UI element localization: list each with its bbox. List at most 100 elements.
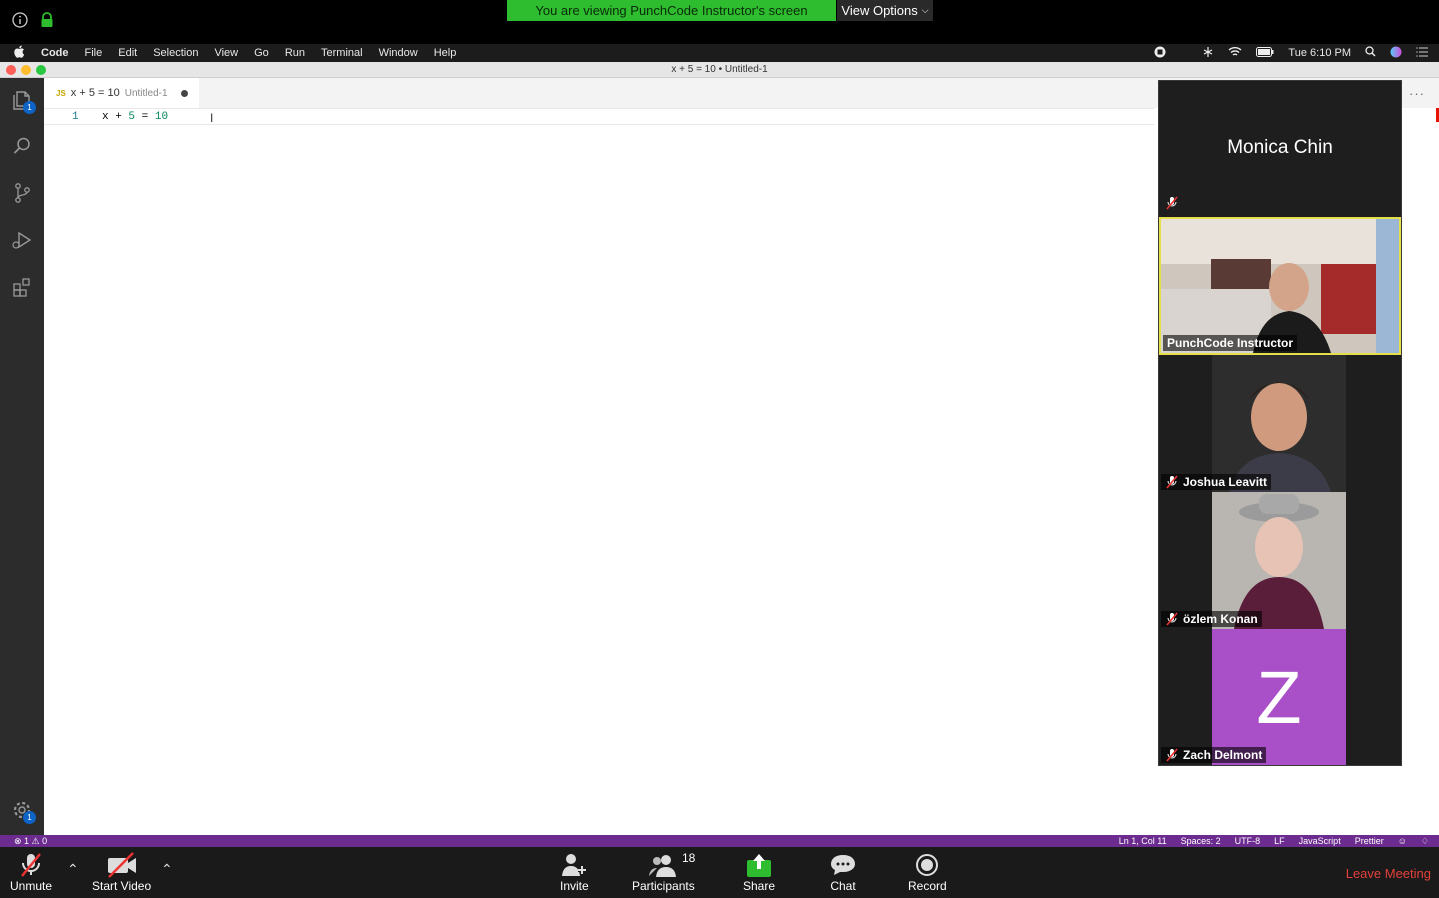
menu-terminal[interactable]: Terminal xyxy=(313,47,371,59)
menu-help[interactable]: Help xyxy=(426,47,465,59)
unsaved-dot-icon[interactable] xyxy=(180,89,188,97)
siri-icon[interactable] xyxy=(1390,46,1402,61)
extensions-icon[interactable] xyxy=(8,273,36,301)
record-button[interactable]: Record xyxy=(908,851,947,893)
status-right: Ln 1, Col 11 Spaces: 2 UTF-8 LF JavaScri… xyxy=(1119,836,1429,847)
screen-record-icon[interactable] xyxy=(1154,46,1166,61)
chat-button[interactable]: Chat xyxy=(829,851,857,893)
menubar-status-area: Tue 6:10 PM xyxy=(1154,44,1439,62)
chevron-down-icon: ⌵ xyxy=(921,5,929,15)
menu-go[interactable]: Go xyxy=(246,47,277,59)
code-operator-plus: + xyxy=(108,111,129,123)
participant-tile[interactable]: Monica Chin xyxy=(1159,81,1401,217)
spotlight-search-icon[interactable] xyxy=(1365,46,1376,60)
settings-badge: 1 xyxy=(23,811,36,824)
start-video-label: Start Video xyxy=(92,879,152,893)
file-encoding[interactable]: UTF-8 xyxy=(1235,836,1261,847)
video-off-icon xyxy=(106,851,138,879)
participant-tile[interactable]: Z Zach Delmont xyxy=(1159,629,1401,765)
code-variable: x xyxy=(102,111,109,123)
window-title: x + 5 = 10 • Untitled-1 xyxy=(671,64,768,75)
settings-gear-icon[interactable]: 1 xyxy=(8,796,36,824)
cursor-position[interactable]: Ln 1, Col 11 xyxy=(1119,836,1167,847)
battery-icon[interactable] xyxy=(1256,46,1274,60)
explorer-icon[interactable]: 1 xyxy=(8,86,36,114)
prettier-status[interactable]: Prettier xyxy=(1355,836,1384,847)
mic-muted-icon xyxy=(1166,475,1178,489)
status-bar: ⊗ 1 ⚠ 0 Ln 1, Col 11 Spaces: 2 UTF-8 LF … xyxy=(0,835,1439,847)
source-control-icon[interactable] xyxy=(8,179,36,207)
search-icon[interactable] xyxy=(8,132,36,160)
notification-center-icon[interactable] xyxy=(1416,46,1429,60)
notifications-bell-icon[interactable]: ♢ xyxy=(1421,836,1429,847)
participant-name: Zach Delmont xyxy=(1183,748,1263,762)
invite-button[interactable]: Invite xyxy=(560,851,589,893)
control-center-icon[interactable] xyxy=(1202,46,1214,61)
chat-bubble-icon xyxy=(829,851,857,879)
participants-label: Participants xyxy=(632,879,695,893)
feedback-icon[interactable]: ☺ xyxy=(1398,836,1407,847)
indentation[interactable]: Spaces: 2 xyxy=(1181,836,1221,847)
end-of-line[interactable]: LF xyxy=(1274,836,1285,847)
menubar-clock[interactable]: Tue 6:10 PM xyxy=(1288,47,1351,59)
start-video-button[interactable]: Start Video xyxy=(92,851,151,893)
participant-video-portrait xyxy=(1159,355,1401,492)
language-mode[interactable]: JavaScript xyxy=(1299,836,1341,847)
activity-bar: 1 1 xyxy=(0,78,44,835)
info-icon[interactable] xyxy=(11,11,29,29)
share-screen-button[interactable]: Share xyxy=(743,851,775,893)
participant-tile[interactable]: Joshua Leavitt xyxy=(1159,355,1401,492)
participant-name-large: Monica Chin xyxy=(1227,137,1333,158)
participant-name: PunchCode Instructor xyxy=(1167,336,1294,350)
share-label: Share xyxy=(743,879,776,893)
record-label: Record xyxy=(908,879,947,893)
line-number: 1 xyxy=(72,111,79,123)
tab-untitled-1[interactable]: JS x + 5 = 10 Untitled-1 xyxy=(44,78,199,108)
participant-name-tag: PunchCode Instructor xyxy=(1163,335,1298,351)
zoom-meeting-toolbar: Unmute ⌃ Start Video ⌃ Invite Participan… xyxy=(0,847,1439,898)
wifi-icon[interactable] xyxy=(1228,46,1242,60)
participant-name: özlem Konan xyxy=(1183,612,1258,626)
menu-view[interactable]: View xyxy=(206,47,246,59)
participant-tile[interactable]: özlem Konan xyxy=(1159,492,1401,629)
participants-gallery: Monica Chin PunchCode Instructor Joshua … xyxy=(1158,80,1402,766)
encryption-lock-icon[interactable] xyxy=(38,11,56,29)
audio-options-chevron-up-icon[interactable]: ⌃ xyxy=(67,861,79,878)
menu-run[interactable]: Run xyxy=(277,47,313,59)
participant-name-tag: özlem Konan xyxy=(1161,611,1262,627)
mic-muted-icon xyxy=(18,851,44,879)
participant-name-tag: Zach Delmont xyxy=(1161,747,1267,763)
video-options-chevron-up-icon[interactable]: ⌃ xyxy=(161,861,173,878)
run-debug-icon[interactable] xyxy=(8,226,36,254)
menu-app-code[interactable]: Code xyxy=(33,47,77,59)
tab-filename: x + 5 = 10 xyxy=(70,87,120,99)
problems-indicator[interactable]: ⊗ 1 ⚠ 0 xyxy=(14,836,47,847)
menu-window[interactable]: Window xyxy=(371,47,426,59)
menu-edit[interactable]: Edit xyxy=(110,47,145,59)
mic-muted-icon xyxy=(1166,612,1178,626)
tab-description: Untitled-1 xyxy=(124,87,168,99)
javascript-file-icon: JS xyxy=(56,88,66,98)
view-options-button[interactable]: View Options ⌵ xyxy=(837,0,933,21)
share-screen-icon xyxy=(745,851,773,879)
chat-label: Chat xyxy=(830,879,856,893)
participant-video-room xyxy=(1161,219,1399,353)
menu-file[interactable]: File xyxy=(77,47,111,59)
zoom-top-bar: You are viewing PunchCode Instructor's s… xyxy=(0,0,1439,44)
menu-selection[interactable]: Selection xyxy=(145,47,206,59)
participant-tile-active-speaker[interactable]: PunchCode Instructor xyxy=(1159,217,1401,355)
viewing-screen-banner: You are viewing PunchCode Instructor's s… xyxy=(507,0,836,21)
participant-video-portrait xyxy=(1159,492,1401,629)
unmute-button[interactable]: Unmute xyxy=(10,851,52,893)
avatar: Z xyxy=(1212,629,1346,765)
record-icon xyxy=(915,851,939,879)
participant-name-tag: Joshua Leavitt xyxy=(1161,474,1272,490)
leave-meeting-button[interactable]: Leave Meeting xyxy=(1346,866,1431,881)
participants-icon xyxy=(646,851,680,879)
error-squiggle xyxy=(141,122,151,125)
more-actions-icon[interactable]: ··· xyxy=(1409,86,1425,101)
code-text[interactable]: x + 5 = 10 xyxy=(102,111,168,123)
view-options-label: View Options xyxy=(841,3,918,18)
participant-count: 18 xyxy=(682,851,696,865)
apple-logo-icon[interactable] xyxy=(0,45,33,61)
